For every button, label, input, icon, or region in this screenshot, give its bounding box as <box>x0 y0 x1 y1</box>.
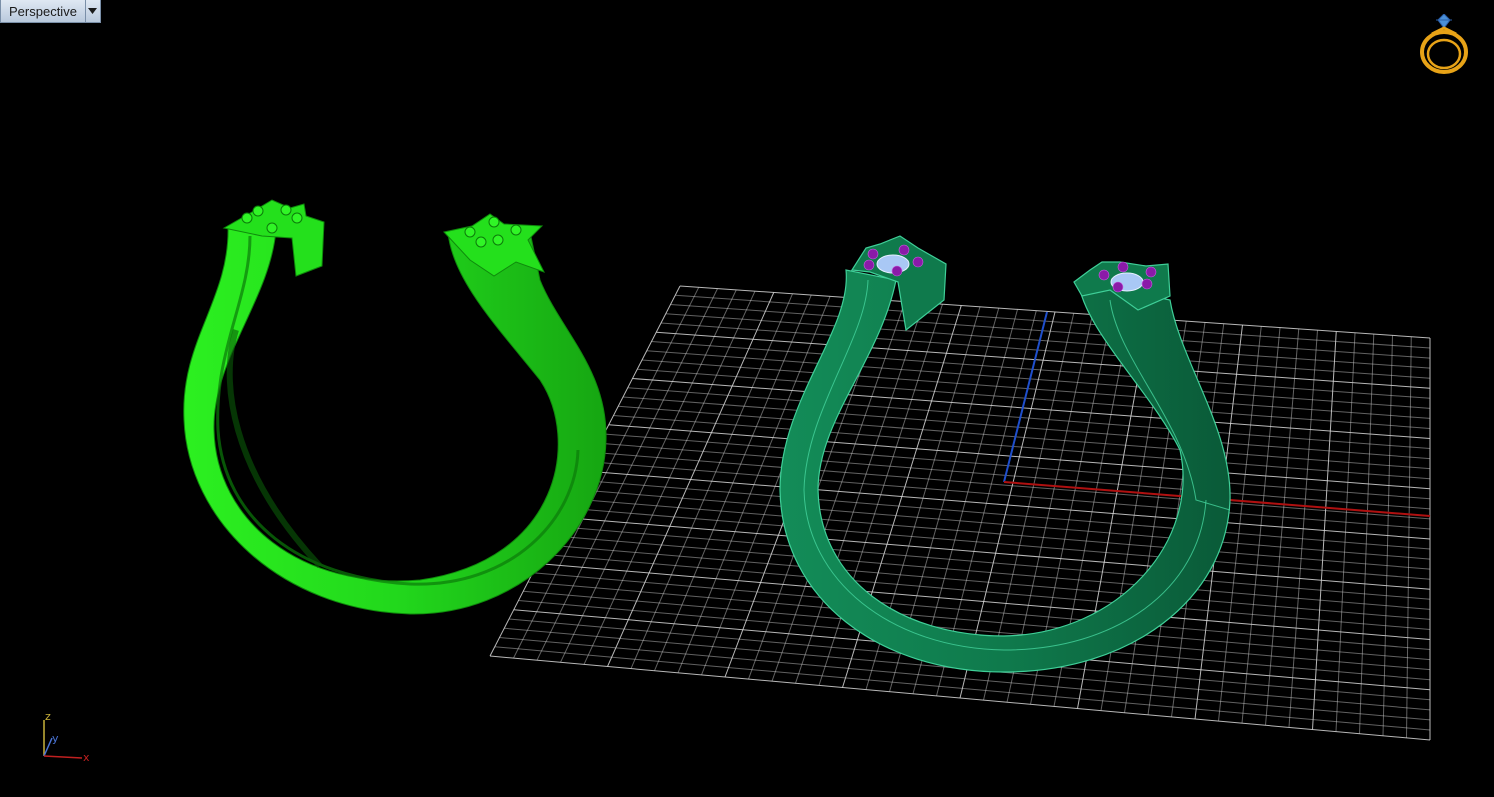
construction-grid <box>489 285 1431 741</box>
viewport-menu-button[interactable] <box>84 0 100 22</box>
axis-y-label: y <box>52 732 59 745</box>
viewport-tab: Perspective <box>0 0 101 23</box>
axis-x-label: x <box>83 751 90 764</box>
scene-canvas[interactable] <box>0 0 1494 797</box>
ring-diamond-logo-icon[interactable] <box>1418 14 1470 76</box>
axis-orientation-widget: z y x <box>43 710 90 764</box>
perspective-viewport[interactable]: Perspective z y x <box>0 0 1494 797</box>
chevron-down-icon <box>88 8 98 14</box>
axis-x-line <box>43 755 83 759</box>
axis-z-label: z <box>45 710 51 723</box>
axis-y-line <box>43 737 53 757</box>
ring-band-left-outer <box>183 225 607 615</box>
viewport-title[interactable]: Perspective <box>1 0 85 22</box>
grid-line <box>1312 331 1337 730</box>
ring-model-left[interactable] <box>183 199 607 615</box>
